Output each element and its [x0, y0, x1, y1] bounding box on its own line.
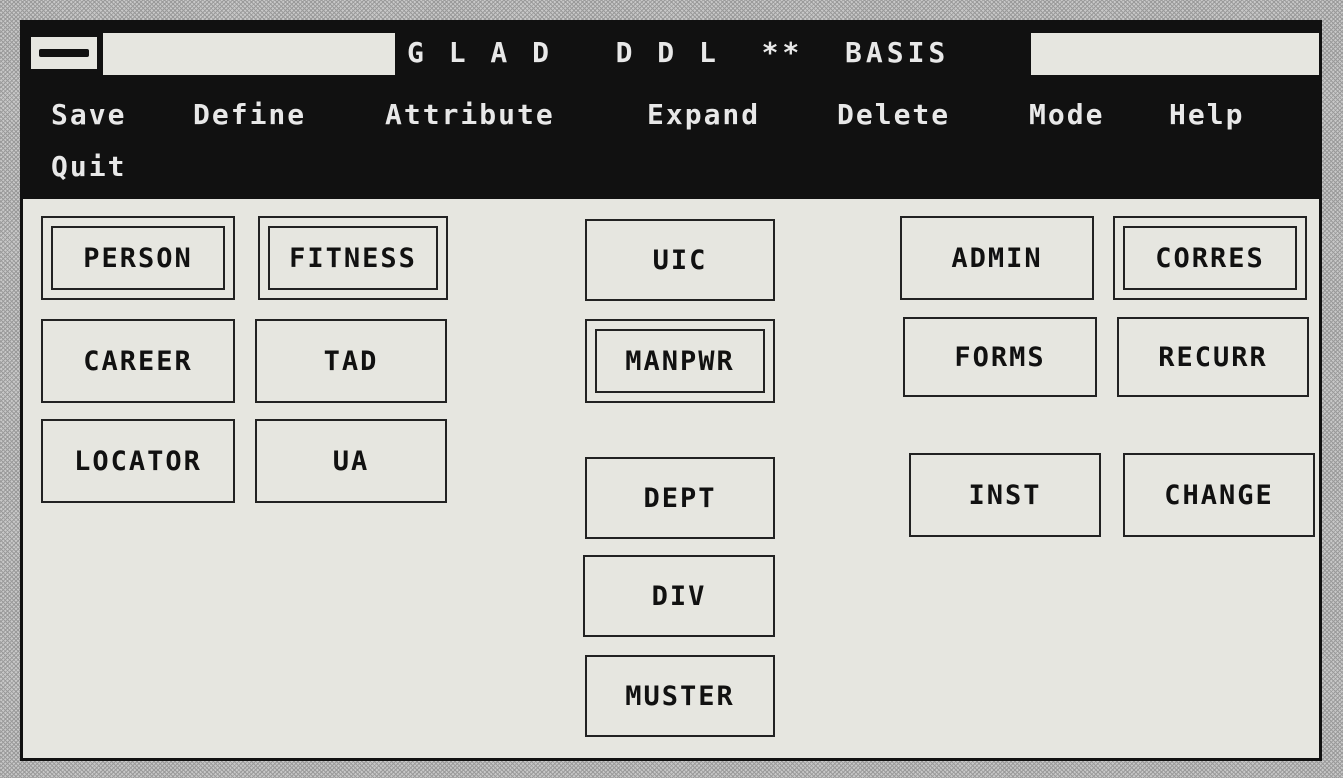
entity-admin[interactable]: ADMIN [900, 216, 1094, 300]
entity-label: FORMS [954, 341, 1046, 373]
entity-label: PERSON [83, 242, 193, 274]
entity-career[interactable]: CAREER [41, 319, 235, 403]
entity-manpwr[interactable]: MANPWR [585, 319, 775, 403]
entity-label: MUSTER [625, 680, 735, 712]
entity-tad[interactable]: TAD [255, 319, 447, 403]
entity-label: LOCATOR [74, 445, 202, 477]
glad-window: G L A D D D L ** BASIS Save Define Attri… [20, 20, 1322, 761]
entity-locator[interactable]: LOCATOR [41, 419, 235, 503]
entity-label: ADMIN [951, 242, 1043, 274]
entity-fitness[interactable]: FITNESS [258, 216, 448, 300]
entity-label: CAREER [83, 345, 193, 377]
entity-label: CHANGE [1164, 479, 1274, 511]
entity-uic[interactable]: UIC [585, 219, 775, 301]
entity-label: MANPWR [625, 345, 735, 377]
menu-help[interactable]: Help [1169, 97, 1244, 133]
system-menu-icon [39, 49, 89, 57]
title-bar-fill-right [1031, 33, 1319, 75]
entity-dept[interactable]: DEPT [585, 457, 775, 539]
entity-div[interactable]: DIV [583, 555, 775, 637]
title-bar-fill-left [103, 33, 395, 75]
menu-bar: Save Define Attribute Expand Delete Mode… [23, 85, 1319, 199]
entity-corres[interactable]: CORRES [1113, 216, 1307, 300]
entity-label: DIV [651, 580, 707, 612]
menu-mode[interactable]: Mode [1029, 97, 1104, 133]
entity-recurr[interactable]: RECURR [1117, 317, 1309, 397]
entity-label: UA [332, 445, 370, 477]
menu-quit[interactable]: Quit [51, 149, 126, 185]
entity-ua[interactable]: UA [255, 419, 447, 503]
title-bar[interactable]: G L A D D D L ** BASIS [23, 23, 1319, 85]
entity-label: RECURR [1158, 341, 1268, 373]
entity-label: FITNESS [289, 242, 417, 274]
entity-label: INST [968, 479, 1042, 511]
entity-person[interactable]: PERSON [41, 216, 235, 300]
entity-label: UIC [652, 244, 708, 276]
menu-save[interactable]: Save [51, 97, 126, 133]
entity-inst[interactable]: INST [909, 453, 1101, 537]
entity-label: DEPT [643, 482, 717, 514]
menu-define[interactable]: Define [193, 97, 306, 133]
menu-attribute[interactable]: Attribute [385, 97, 555, 133]
entity-label: TAD [323, 345, 379, 377]
menu-delete[interactable]: Delete [837, 97, 950, 133]
entity-label: CORRES [1155, 242, 1265, 274]
system-menu-button[interactable] [29, 35, 99, 71]
window-title: G L A D D D L ** BASIS [407, 36, 950, 69]
entity-forms[interactable]: FORMS [903, 317, 1097, 397]
menu-expand[interactable]: Expand [647, 97, 760, 133]
entity-change[interactable]: CHANGE [1123, 453, 1315, 537]
entity-muster[interactable]: MUSTER [585, 655, 775, 737]
